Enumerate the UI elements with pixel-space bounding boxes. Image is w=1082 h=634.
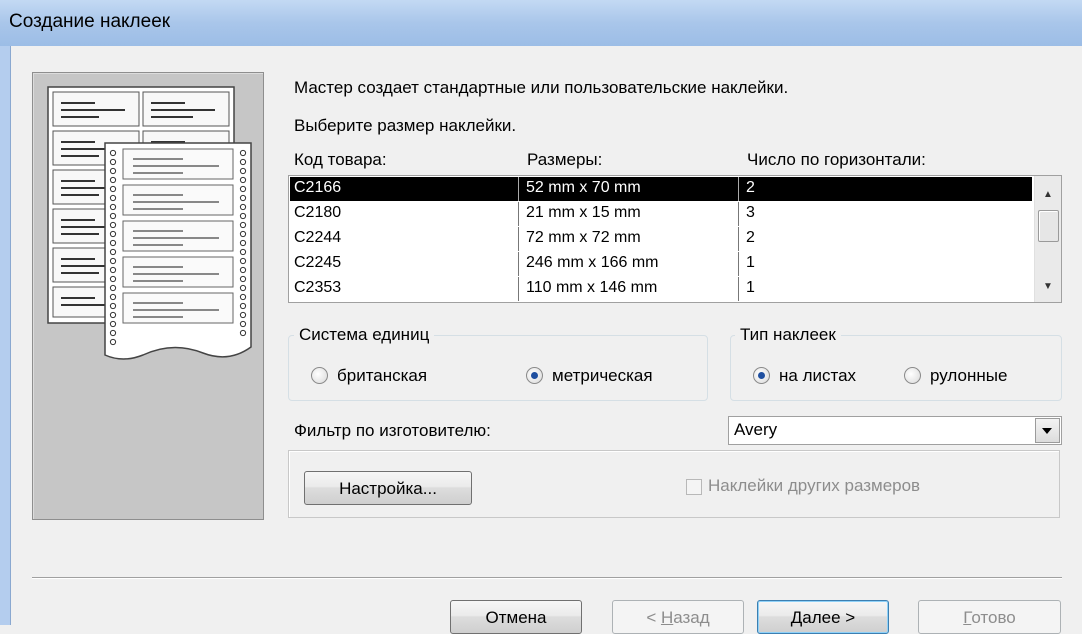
- label-size-list[interactable]: C2166 52 mm x 70 mm 2 C2180 21 mm x 15 m…: [288, 175, 1062, 303]
- window-title: Создание наклеек: [9, 11, 171, 32]
- list-item-size: 21 mm x 15 mm: [526, 204, 641, 221]
- units-british-radio[interactable]: [311, 367, 328, 384]
- back-button[interactable]: < Назад: [612, 600, 744, 634]
- list-item-code: C2353: [294, 279, 342, 296]
- other-sizes-label: Наклейки других размеров: [708, 476, 921, 495]
- next-button[interactable]: Далее >: [757, 600, 889, 634]
- next-button-accel: Д: [790, 608, 803, 627]
- list-item[interactable]: C2166 52 mm x 70 mm 2: [290, 177, 1032, 201]
- back-button-prefix: <: [646, 608, 661, 627]
- label-sheets-icon: [47, 86, 252, 360]
- units-metric-radio[interactable]: [526, 367, 543, 384]
- label-illustration: [32, 72, 264, 520]
- column-header-size: Размеры:: [527, 150, 603, 169]
- list-scrollbar[interactable]: ▲ ▼: [1034, 176, 1061, 302]
- list-item-size: 246 mm x 166 mm: [526, 254, 659, 271]
- chevron-down-icon[interactable]: [1035, 418, 1060, 443]
- list-item-code: C2180: [294, 204, 342, 221]
- column-header-across: Число по горизонтали:: [747, 150, 926, 169]
- manufacturer-select[interactable]: Avery: [728, 416, 1062, 445]
- scroll-up-arrow-icon[interactable]: ▲: [1035, 184, 1061, 206]
- finish-button-label: отово: [971, 608, 1016, 627]
- list-item[interactable]: C2245 246 mm x 166 mm 1: [290, 252, 1032, 276]
- label-type-group-label: Тип наклеек: [735, 325, 841, 345]
- footer-divider: [32, 577, 1062, 579]
- intro-line-2: Выберите размер наклейки.: [294, 116, 517, 135]
- scroll-down-arrow-icon[interactable]: ▼: [1035, 276, 1061, 298]
- list-item-code: C2245: [294, 254, 342, 271]
- next-button-label: алее >: [802, 608, 856, 627]
- intro-line-1: Мастер создает стандартные или пользоват…: [294, 78, 789, 97]
- list-item[interactable]: C2180 21 mm x 15 mm 3: [290, 202, 1032, 226]
- list-item-code: C2166: [294, 179, 342, 196]
- units-group-label: Система единиц: [294, 325, 435, 345]
- list-item-size: 110 mm x 146 mm: [526, 279, 658, 296]
- back-button-accel: Н: [660, 608, 674, 627]
- type-sheets-radio[interactable]: [753, 367, 770, 384]
- column-header-code: Код товара:: [294, 150, 387, 169]
- type-sheets-label[interactable]: на листах: [779, 366, 856, 386]
- scroll-thumb[interactable]: [1038, 210, 1059, 242]
- list-item[interactable]: C2353 110 mm x 146 mm 1: [290, 277, 1032, 301]
- back-button-label: азад: [673, 608, 710, 627]
- list-item-across: 2: [746, 229, 755, 246]
- type-roll-label[interactable]: рулонные: [930, 366, 1007, 386]
- list-item-across: 2: [746, 179, 755, 196]
- list-item-across: 1: [746, 279, 755, 296]
- type-roll-radio[interactable]: [904, 367, 921, 384]
- window-frame-left: [0, 46, 11, 625]
- list-item-code: C2244: [294, 229, 342, 246]
- list-item-size: 52 mm x 70 mm: [526, 179, 641, 196]
- units-metric-label[interactable]: метрическая: [552, 366, 653, 386]
- other-sizes-checkbox[interactable]: [686, 479, 702, 495]
- customize-button[interactable]: Настройка...: [304, 471, 472, 505]
- manufacturer-filter-label: Фильтр по изготовителю:: [294, 421, 491, 440]
- units-british-label[interactable]: британская: [337, 366, 427, 386]
- manufacturer-select-value: Avery: [734, 420, 778, 439]
- list-item-across: 3: [746, 204, 755, 221]
- list-item-size: 72 mm x 72 mm: [526, 229, 641, 246]
- list-item-across: 1: [746, 254, 755, 271]
- finish-button[interactable]: Готово: [918, 600, 1061, 634]
- title-bar: Создание наклеек: [0, 0, 1082, 47]
- list-item[interactable]: C2244 72 mm x 72 mm 2: [290, 227, 1032, 251]
- cancel-button[interactable]: Отмена: [450, 600, 582, 634]
